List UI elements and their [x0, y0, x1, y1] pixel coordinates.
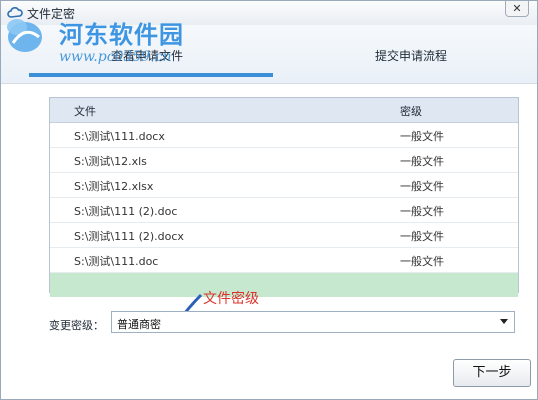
active-tab-indicator: [29, 73, 273, 77]
file-path-cell: S:\测试\12.xlsx: [74, 180, 154, 193]
watermark-logo-icon: [7, 19, 42, 52]
table-row[interactable]: S:\测试\111 (2).doc 一般文件: [50, 198, 518, 223]
close-button[interactable]: ✕: [505, 1, 529, 17]
column-header-level: 密级: [400, 105, 422, 118]
table-row-selected-empty[interactable]: [50, 273, 518, 297]
classification-level-select[interactable]: 普通商密: [111, 311, 515, 333]
dropdown-arrow-icon: [500, 319, 508, 324]
file-table: 文件 密级 S:\测试\111.docx 一般文件 S:\测试\12.xls 一…: [49, 97, 519, 297]
selected-level-value: 普通商密: [117, 318, 161, 331]
file-path-cell: S:\测试\12.xls: [74, 155, 147, 168]
table-row[interactable]: S:\测试\111 (2).docx 一般文件: [50, 223, 518, 248]
watermark-url: www.pc0359.cn: [59, 49, 172, 65]
file-path-cell: S:\测试\111 (2).docx: [74, 230, 184, 243]
watermark-title: 河东软件园: [59, 20, 184, 49]
table-row[interactable]: S:\测试\111.docx 一般文件: [50, 123, 518, 148]
file-path-cell: S:\测试\111.docx: [74, 130, 165, 143]
file-path-cell: S:\测试\111.doc: [74, 255, 159, 268]
tab-submit-process[interactable]: 提交申请流程: [375, 47, 447, 64]
table-row[interactable]: S:\测试\111.doc 一般文件: [50, 248, 518, 273]
level-cell: 一般文件: [400, 155, 444, 168]
level-cell: 一般文件: [400, 180, 444, 193]
level-cell: 一般文件: [400, 255, 444, 268]
file-path-cell: S:\测试\111 (2).doc: [74, 205, 178, 218]
level-cell: 一般文件: [400, 230, 444, 243]
level-cell: 一般文件: [400, 130, 444, 143]
table-row[interactable]: S:\测试\12.xls 一般文件: [50, 148, 518, 173]
change-level-label: 变更密级：: [49, 319, 104, 332]
table-row[interactable]: S:\测试\12.xlsx 一般文件: [50, 173, 518, 198]
file-classification-window: 文件定密 ✕ 查看申请文件 提交申请流程 河东软件园 www.pc0359.cn…: [0, 0, 538, 400]
next-button[interactable]: 下一步: [453, 359, 531, 387]
level-cell: 一般文件: [400, 205, 444, 218]
table-header: 文件 密级: [50, 98, 518, 123]
column-header-file: 文件: [74, 105, 96, 118]
